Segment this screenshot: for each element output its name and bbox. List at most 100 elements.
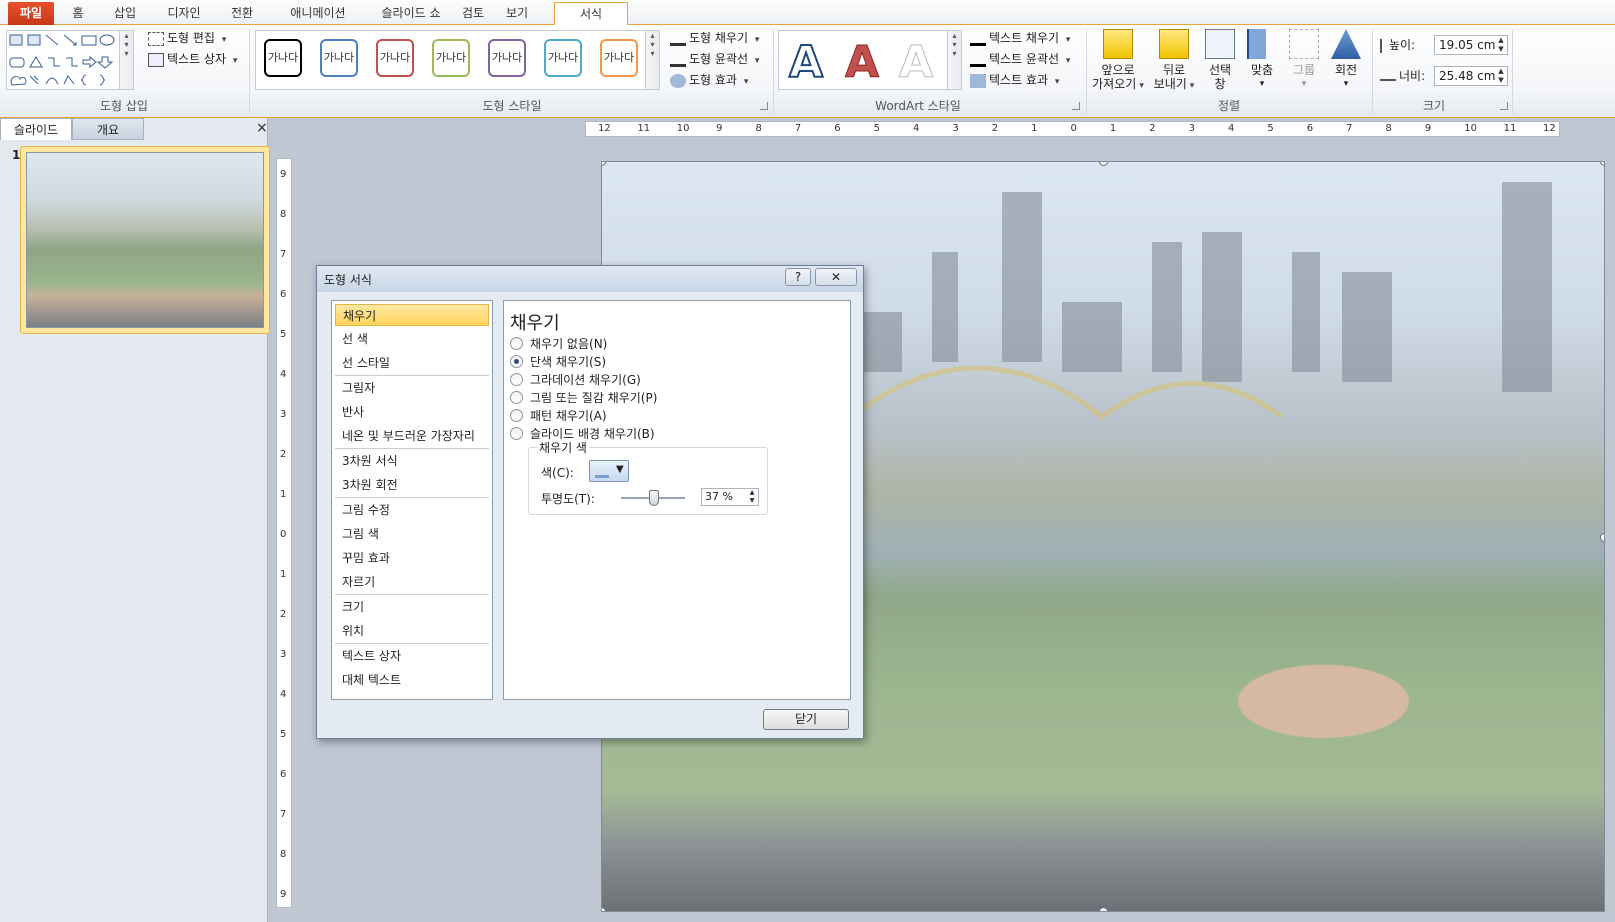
rotate-button[interactable]: 회전 ▾ bbox=[1326, 29, 1366, 91]
ruler-tick-label: 0 bbox=[280, 529, 287, 540]
shape-styles-gallery-scroll[interactable]: ▴ ▾ ▾ bbox=[645, 31, 659, 89]
radio-solid-fill[interactable] bbox=[510, 355, 523, 368]
dialog-titlebar[interactable]: 도형 서식 ? ✕ bbox=[317, 266, 863, 292]
nav-shadow[interactable]: 그림자 bbox=[335, 377, 489, 399]
shape-styles-launcher-icon[interactable] bbox=[760, 102, 768, 110]
shapes-gallery[interactable]: ▴ ▾ ▾ bbox=[6, 30, 134, 90]
shape-style-green[interactable]: 가나다 bbox=[432, 39, 470, 77]
tab-format[interactable]: 서식 bbox=[554, 2, 628, 26]
align-button[interactable]: 맞춤 ▾ bbox=[1242, 29, 1282, 91]
shape-fill-button[interactable]: 도형 채우기 bbox=[670, 28, 759, 48]
resize-handle-right[interactable] bbox=[1600, 533, 1604, 542]
shape-edit-button[interactable]: 도형 편집 bbox=[148, 28, 226, 48]
tab-design[interactable]: 디자인 bbox=[156, 2, 212, 25]
text-outline-button[interactable]: 텍스트 윤곽선 bbox=[970, 49, 1070, 69]
shape-style-orange[interactable]: 가나다 bbox=[600, 39, 638, 77]
text-effects-button[interactable]: 텍스트 효과 bbox=[970, 70, 1059, 90]
shape-style-purple[interactable]: 가나다 bbox=[488, 39, 526, 77]
nav-3d-rotation[interactable]: 3차원 회전 bbox=[335, 474, 489, 496]
shape-style-blue[interactable]: 가나다 bbox=[320, 39, 358, 77]
paint-bucket-icon bbox=[670, 32, 686, 46]
wordart-style-red[interactable]: A bbox=[844, 37, 879, 89]
group-dropdown-icon: ▾ bbox=[1301, 79, 1307, 89]
tab-view[interactable]: 보기 bbox=[500, 2, 534, 25]
pane-close-icon[interactable]: × bbox=[256, 120, 268, 136]
shape-style-red[interactable]: 가나다 bbox=[376, 39, 414, 77]
radio-gradient-fill[interactable] bbox=[510, 373, 523, 386]
height-input[interactable]: 19.05 cm ▲ ▼ bbox=[1434, 35, 1508, 55]
label-no-fill[interactable]: 채우기 없음(N) bbox=[530, 335, 607, 352]
send-backward-label-1: 뒤로 bbox=[1162, 63, 1186, 77]
text-fill-button[interactable]: 텍스트 채우기 bbox=[970, 28, 1070, 48]
nav-3d-format[interactable]: 3차원 서식 bbox=[335, 450, 489, 472]
nav-alt-text[interactable]: 대체 텍스트 bbox=[335, 669, 489, 691]
wordart-style-white[interactable]: A bbox=[898, 37, 933, 89]
shape-style-black[interactable]: 가나다 bbox=[264, 39, 302, 77]
tab-file[interactable]: 파일 bbox=[8, 2, 54, 25]
tab-outline[interactable]: 개요 bbox=[72, 118, 144, 140]
transparency-slider[interactable] bbox=[621, 490, 685, 506]
ruler-tick-label: 3 bbox=[952, 123, 959, 134]
width-spinner-icon[interactable]: ▲ ▼ bbox=[1495, 67, 1507, 85]
transparency-input[interactable]: 37 % ▲ ▼ bbox=[701, 488, 759, 506]
shape-style-aqua[interactable]: 가나다 bbox=[544, 39, 582, 77]
tab-animations[interactable]: 애니메이션 bbox=[274, 2, 362, 25]
label-solid-fill[interactable]: 단색 채우기(S) bbox=[530, 353, 606, 370]
nav-glow-soft-edges[interactable]: 네온 및 부드러운 가장자리 bbox=[335, 425, 489, 447]
help-icon[interactable]: ? bbox=[785, 268, 811, 286]
nav-picture-corrections[interactable]: 그림 수정 bbox=[335, 499, 489, 521]
ruler-tick-label: 3 bbox=[280, 649, 287, 660]
label-pattern-fill[interactable]: 패턴 채우기(A) bbox=[530, 407, 607, 424]
width-label-text: 너비: bbox=[1399, 69, 1426, 83]
nav-fill[interactable]: 채우기 bbox=[335, 304, 489, 326]
shape-styles-gallery[interactable]: 가나다 가나다 가나다 가나다 가나다 가나다 가나다 ▴ ▾ ▾ bbox=[255, 30, 660, 90]
wordart-gallery[interactable]: A A A ▴ ▾ ▾ bbox=[778, 30, 962, 90]
label-picture-fill[interactable]: 그림 또는 질감 채우기(P) bbox=[530, 389, 657, 406]
selection-pane-icon bbox=[1205, 29, 1235, 59]
height-spinner-icon[interactable]: ▲ ▼ bbox=[1495, 36, 1507, 54]
radio-background-fill[interactable] bbox=[510, 427, 523, 440]
send-backward-button[interactable]: 뒤로 보내기 bbox=[1148, 29, 1200, 93]
nav-line-color[interactable]: 선 색 bbox=[335, 328, 489, 350]
label-gradient-fill[interactable]: 그라데이션 채우기(G) bbox=[530, 371, 641, 388]
ruler-tick-label: 7 bbox=[794, 123, 802, 134]
text-box-button[interactable]: 텍스트 상자 bbox=[148, 49, 237, 69]
wordart-style-outline-blue[interactable]: A bbox=[788, 36, 824, 89]
tab-slideshow[interactable]: 슬라이드 쇼 bbox=[366, 2, 456, 25]
close-button[interactable]: 닫기 bbox=[763, 709, 849, 730]
tab-insert[interactable]: 삽입 bbox=[104, 2, 146, 25]
close-icon[interactable]: ✕ bbox=[815, 268, 857, 286]
radio-pattern-fill[interactable] bbox=[510, 409, 523, 422]
nav-crop[interactable]: 자르기 bbox=[335, 571, 489, 593]
group-button[interactable]: 그룹 ▾ bbox=[1286, 29, 1322, 91]
wordart-launcher-icon[interactable] bbox=[1072, 102, 1080, 110]
selection-pane-button[interactable]: 선택 창 bbox=[1202, 29, 1238, 91]
width-input[interactable]: 25.48 cm ▲ ▼ bbox=[1434, 66, 1508, 86]
shape-effects-button[interactable]: 도형 효과 bbox=[670, 70, 748, 90]
slide-thumbnail[interactable] bbox=[20, 146, 270, 334]
bring-forward-button[interactable]: 앞으로 가져오기 bbox=[1090, 29, 1146, 93]
nav-position[interactable]: 위치 bbox=[335, 620, 489, 642]
color-picker-button[interactable]: ▼ bbox=[589, 460, 629, 482]
radio-no-fill[interactable] bbox=[510, 337, 523, 350]
wordart-gallery-scroll[interactable]: ▴ ▾ ▾ bbox=[947, 31, 961, 89]
tab-review[interactable]: 검토 bbox=[458, 2, 488, 25]
nav-line-style[interactable]: 선 스타일 bbox=[335, 352, 489, 374]
tab-home[interactable]: 홈 bbox=[62, 2, 94, 25]
nav-reflection[interactable]: 반사 bbox=[335, 401, 489, 423]
nav-artistic-effects[interactable]: 꾸밈 효과 bbox=[335, 547, 489, 569]
transparency-spinner-icon[interactable]: ▲ ▼ bbox=[746, 489, 758, 505]
nav-text-box[interactable]: 텍스트 상자 bbox=[335, 645, 489, 667]
ruler-tick-label: 5 bbox=[280, 729, 287, 740]
nav-size[interactable]: 크기 bbox=[335, 596, 489, 618]
size-launcher-icon[interactable] bbox=[1500, 102, 1508, 110]
transparency-slider-thumb[interactable] bbox=[648, 490, 659, 506]
bring-forward-label-2: 가져오기 bbox=[1090, 77, 1146, 93]
shape-outline-button[interactable]: 도형 윤곽선 bbox=[670, 49, 759, 69]
resize-handle-bottom[interactable] bbox=[1099, 907, 1108, 911]
radio-picture-fill[interactable] bbox=[510, 391, 523, 404]
nav-picture-color[interactable]: 그림 색 bbox=[335, 523, 489, 545]
tab-slides[interactable]: 슬라이드 bbox=[0, 118, 72, 140]
tab-transitions[interactable]: 전환 bbox=[222, 2, 262, 25]
shapes-gallery-scroll[interactable]: ▴ ▾ ▾ bbox=[119, 31, 133, 89]
